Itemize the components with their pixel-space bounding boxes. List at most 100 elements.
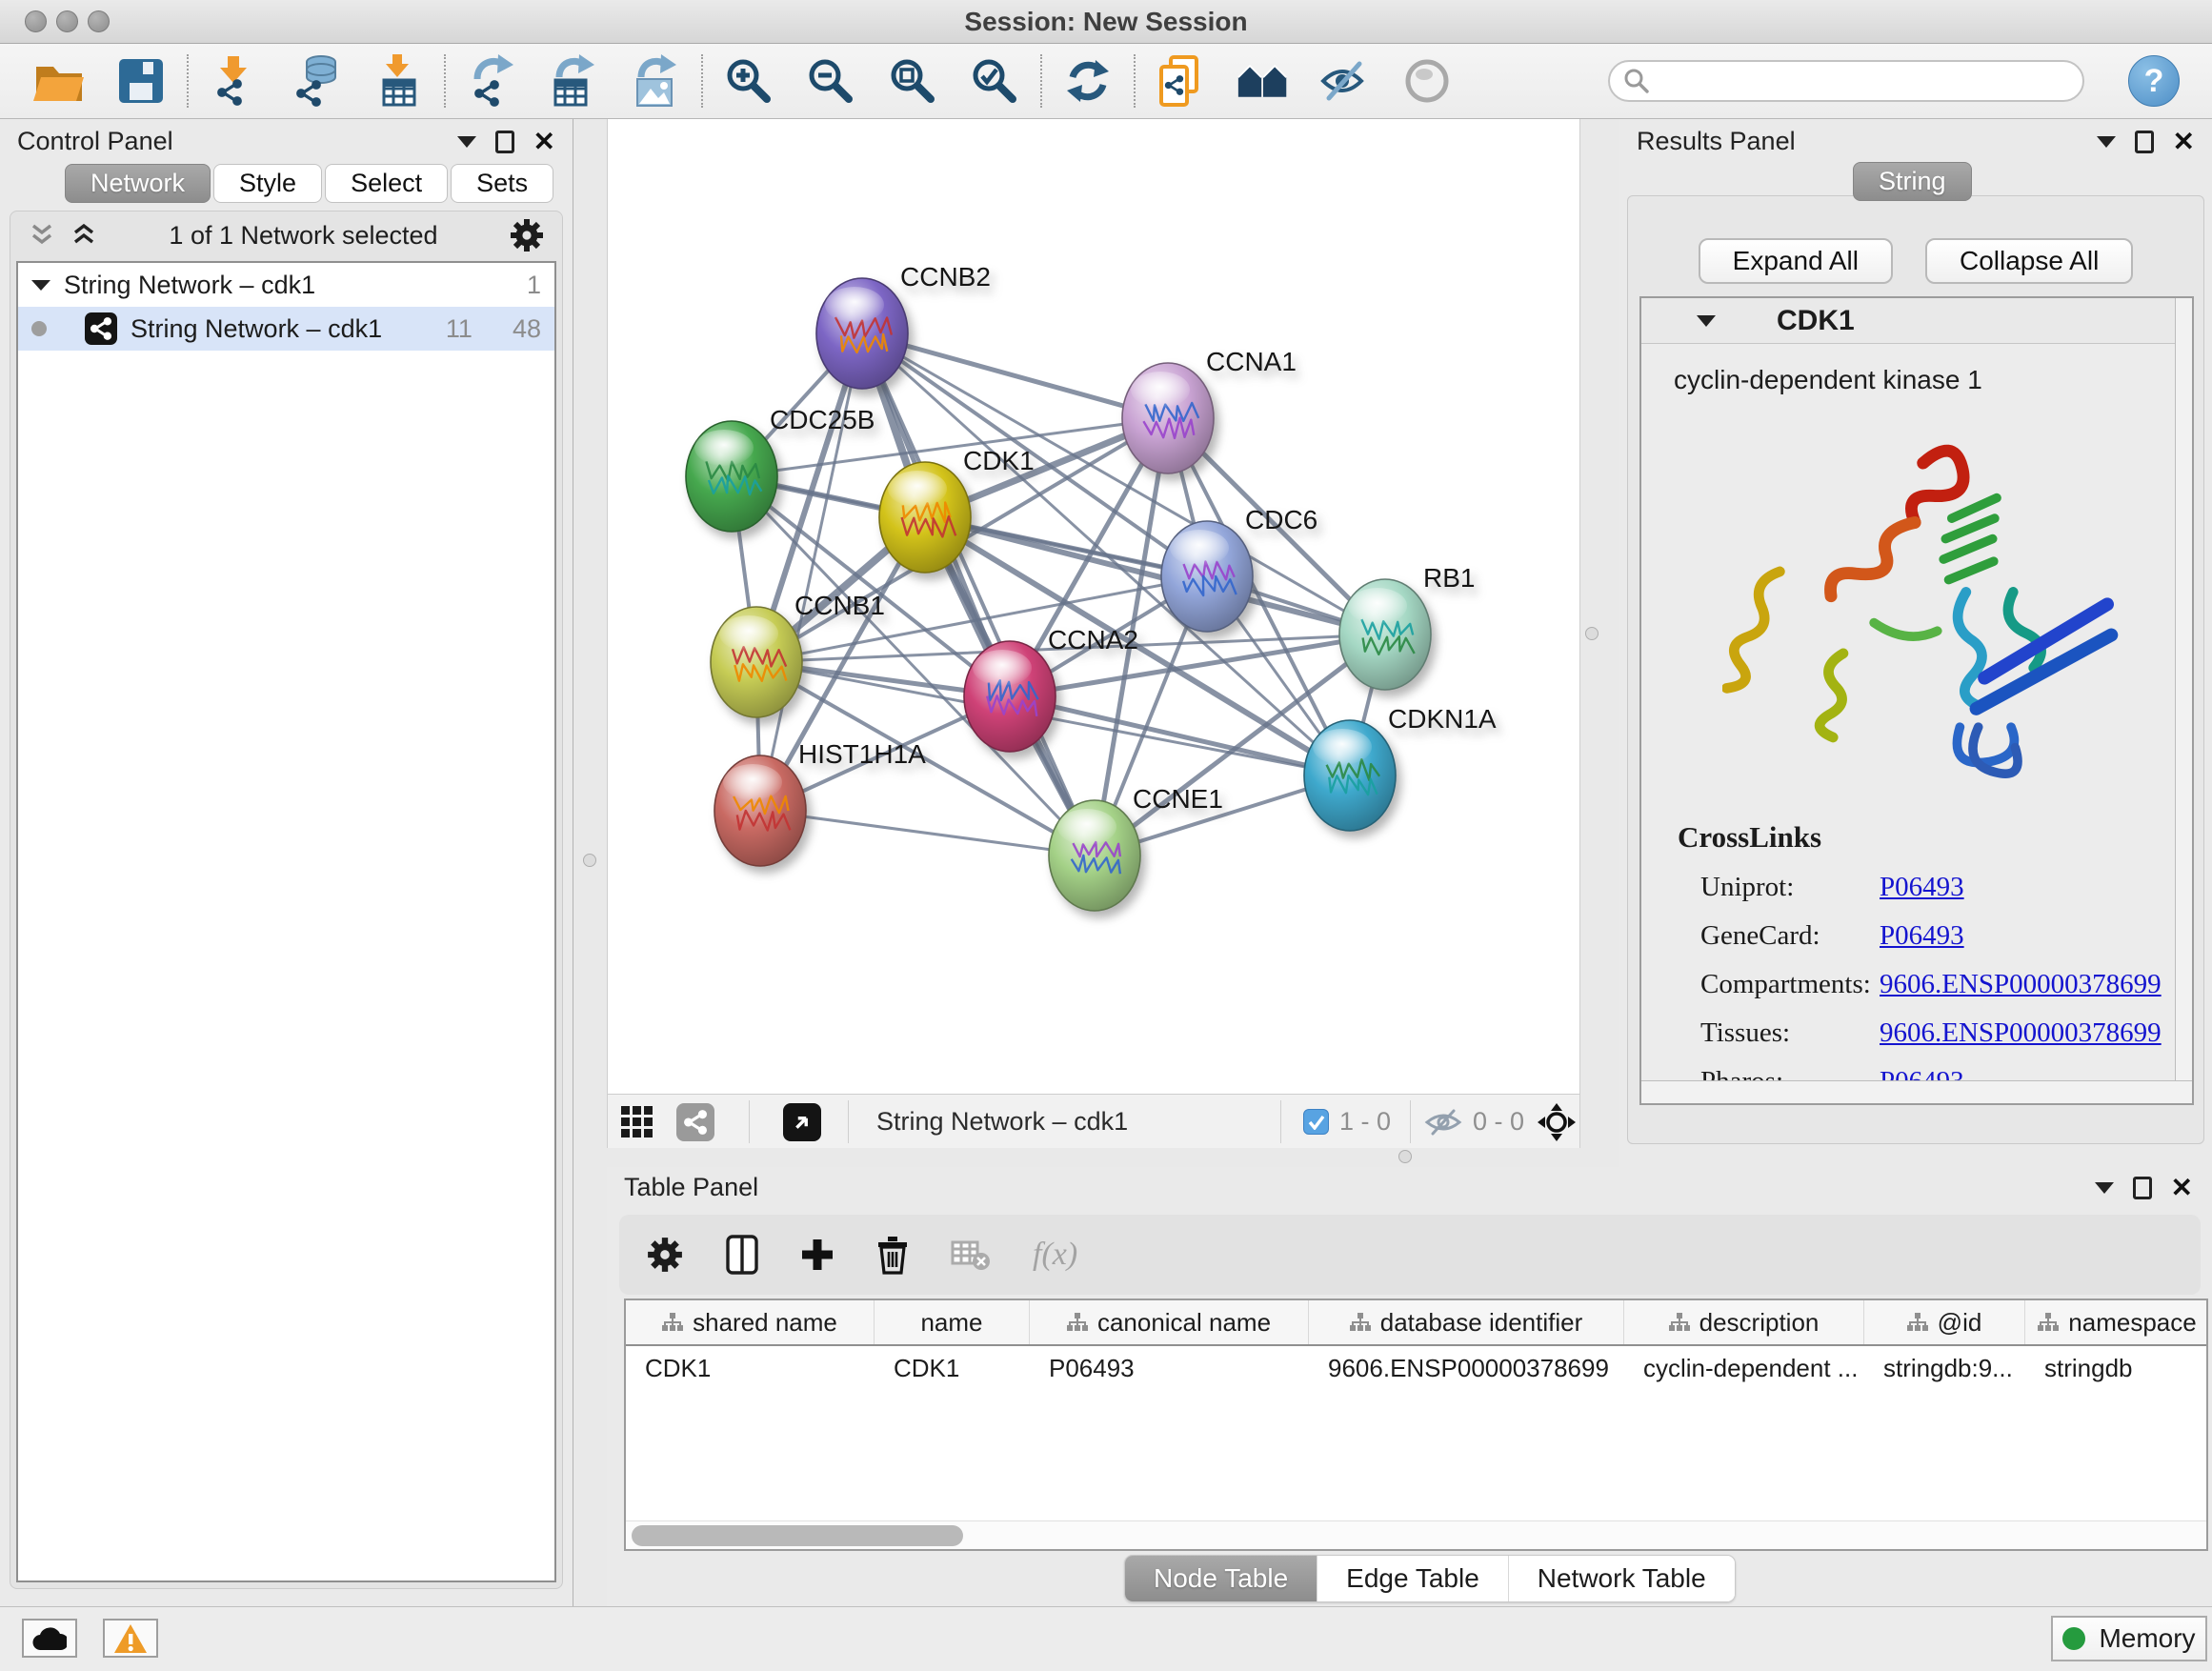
crosslink-link[interactable]: P06493	[1880, 920, 1964, 952]
toolbar-separator	[701, 54, 703, 108]
close-panel-icon[interactable]: ✕	[2171, 1177, 2193, 1199]
collapse-all-networks-icon[interactable]	[70, 223, 98, 248]
table-cell[interactable]: CDK1	[626, 1346, 875, 1390]
network-collection-row[interactable]: String Network – cdk1 1	[18, 263, 554, 307]
duplicate-network-icon[interactable]	[1155, 54, 1208, 108]
close-panel-icon[interactable]: ✕	[533, 131, 555, 153]
table-cell[interactable]: stringdb:9...	[1864, 1346, 2025, 1390]
refresh-icon[interactable]	[1061, 54, 1115, 108]
table-row[interactable]: CDK1CDK1P064939606.ENSP00000378699cyclin…	[626, 1346, 2206, 1390]
collapse-panel-icon[interactable]	[2097, 136, 2116, 148]
bottom-splitter-handle[interactable]	[1398, 1150, 1412, 1163]
import-network-icon[interactable]	[208, 54, 261, 108]
table-cell[interactable]: CDK1	[875, 1346, 1030, 1390]
network-graph[interactable]: CCNB2CCNA1CDC25BCDK1CDC6RB1CCNB1CCNA2CDK…	[608, 119, 1579, 1092]
minimize-window-button[interactable]	[56, 10, 78, 32]
column-header-name[interactable]: name	[875, 1300, 1030, 1344]
search-input[interactable]	[1650, 67, 2082, 96]
create-column-plus-icon[interactable]	[800, 1238, 835, 1272]
tab-edge-table[interactable]: Edge Table	[1317, 1556, 1509, 1601]
collapse-all-button[interactable]: Collapse All	[1925, 238, 2133, 284]
cloud-button[interactable]	[22, 1619, 77, 1658]
tab-sets[interactable]: Sets	[451, 164, 553, 203]
selected-checkbox-icon[interactable]	[1303, 1095, 1329, 1149]
export-network-icon[interactable]	[465, 54, 518, 108]
entry-disclosure-icon[interactable]	[1697, 315, 1716, 327]
network-node-CCNB1[interactable]: CCNB1	[711, 591, 885, 717]
show-all-icon[interactable]	[1400, 54, 1454, 108]
network-node-RB1[interactable]: RB1	[1339, 563, 1475, 690]
entry-horizontal-scrollbar[interactable]	[1641, 1080, 2192, 1103]
tab-string[interactable]: String	[1853, 162, 1972, 201]
table-cell[interactable]: 9606.ENSP00000378699	[1309, 1346, 1624, 1390]
node-gloss-highlight	[1348, 588, 1407, 624]
column-header--id[interactable]: @id	[1864, 1300, 2025, 1344]
export-image-icon[interactable]	[629, 54, 682, 108]
crosslink-link[interactable]: P06493	[1880, 872, 1964, 903]
grid-view-icon[interactable]	[620, 1095, 654, 1149]
memory-button[interactable]: Memory	[2051, 1616, 2207, 1661]
tab-select[interactable]: Select	[325, 164, 448, 203]
left-splitter-handle[interactable]	[583, 854, 596, 867]
network-canvas[interactable]: CCNB2CCNA1CDC25BCDK1CDC6RB1CCNB1CCNA2CDK…	[607, 119, 1580, 1094]
network-edge[interactable]	[760, 811, 1095, 856]
string-view-badge-icon[interactable]	[676, 1095, 714, 1149]
crosslink-link[interactable]: 9606.ENSP00000378699	[1880, 1017, 2162, 1049]
import-table-icon[interactable]	[372, 54, 425, 108]
zoom-window-button[interactable]	[88, 10, 110, 32]
tab-network-table[interactable]: Network Table	[1509, 1556, 1735, 1601]
collapse-panel-icon[interactable]	[2095, 1182, 2114, 1194]
network-options-gear-icon[interactable]	[509, 217, 545, 253]
float-panel-icon[interactable]	[2133, 1177, 2152, 1199]
warning-button[interactable]	[103, 1619, 158, 1658]
first-neighbors-icon[interactable]	[1237, 54, 1290, 108]
tab-network[interactable]: Network	[65, 164, 211, 203]
column-header-shared-name[interactable]: shared name	[626, 1300, 875, 1344]
zoom-selected-icon[interactable]	[968, 54, 1021, 108]
table-options-gear-icon[interactable]	[646, 1236, 684, 1274]
tab-node-table[interactable]: Node Table	[1125, 1556, 1317, 1601]
delete-column-trash-icon[interactable]	[876, 1235, 909, 1275]
collapse-panel-icon[interactable]	[457, 136, 476, 148]
show-columns-icon[interactable]	[726, 1235, 758, 1275]
table-cell[interactable]: cyclin-dependent ...	[1624, 1346, 1864, 1390]
network-node-CDKN1A[interactable]: CDKN1A	[1304, 704, 1497, 831]
collection-disclosure-icon[interactable]	[31, 280, 50, 291]
open-session-icon[interactable]	[32, 54, 86, 108]
scrollbar-thumb[interactable]	[632, 1525, 963, 1546]
column-header-canonical-name[interactable]: canonical name	[1030, 1300, 1309, 1344]
network-edge[interactable]	[1010, 696, 1350, 775]
network-node-CCNE1[interactable]: CCNE1	[1049, 784, 1223, 911]
table-horizontal-scrollbar[interactable]	[626, 1520, 2206, 1549]
right-splitter-handle[interactable]	[1585, 627, 1599, 640]
column-header-namespace[interactable]: namespace	[2025, 1300, 2208, 1344]
entry-vertical-scrollbar[interactable]	[2175, 298, 2192, 1080]
expand-all-networks-icon[interactable]	[28, 223, 56, 248]
import-database-icon[interactable]	[290, 54, 343, 108]
zoom-fit-icon[interactable]	[886, 54, 939, 108]
export-table-icon[interactable]	[547, 54, 600, 108]
expand-all-button[interactable]: Expand All	[1699, 238, 1893, 284]
network-node-CCNA1[interactable]: CCNA1	[1122, 347, 1297, 473]
close-window-button[interactable]	[25, 10, 47, 32]
open-in-window-icon[interactable]	[783, 1095, 821, 1149]
zoom-out-icon[interactable]	[804, 54, 857, 108]
column-header-database-identifier[interactable]: database identifier	[1309, 1300, 1624, 1344]
float-panel-icon[interactable]	[495, 131, 514, 153]
pan-crosshair-icon[interactable]	[1538, 1095, 1576, 1149]
help-button[interactable]: ?	[2128, 55, 2180, 107]
hidden-eye-slash-icon[interactable]	[1423, 1095, 1463, 1149]
hide-selected-icon[interactable]	[1318, 54, 1372, 108]
tab-style[interactable]: Style	[213, 164, 322, 203]
close-panel-icon[interactable]: ✕	[2173, 131, 2195, 153]
save-session-icon[interactable]	[114, 54, 168, 108]
network-row[interactable]: String Network – cdk1 11 48	[18, 307, 554, 351]
network-node-HIST1H1A[interactable]: HIST1H1A	[714, 739, 926, 866]
table-cell[interactable]: P06493	[1030, 1346, 1309, 1390]
column-header-description[interactable]: description	[1624, 1300, 1864, 1344]
zoom-in-icon[interactable]	[722, 54, 775, 108]
crosslink-link[interactable]: 9606.ENSP00000378699	[1880, 969, 2162, 1000]
float-panel-icon[interactable]	[2135, 131, 2154, 153]
network-edge[interactable]	[862, 333, 1095, 856]
table-cell[interactable]: stringdb	[2025, 1346, 2208, 1390]
